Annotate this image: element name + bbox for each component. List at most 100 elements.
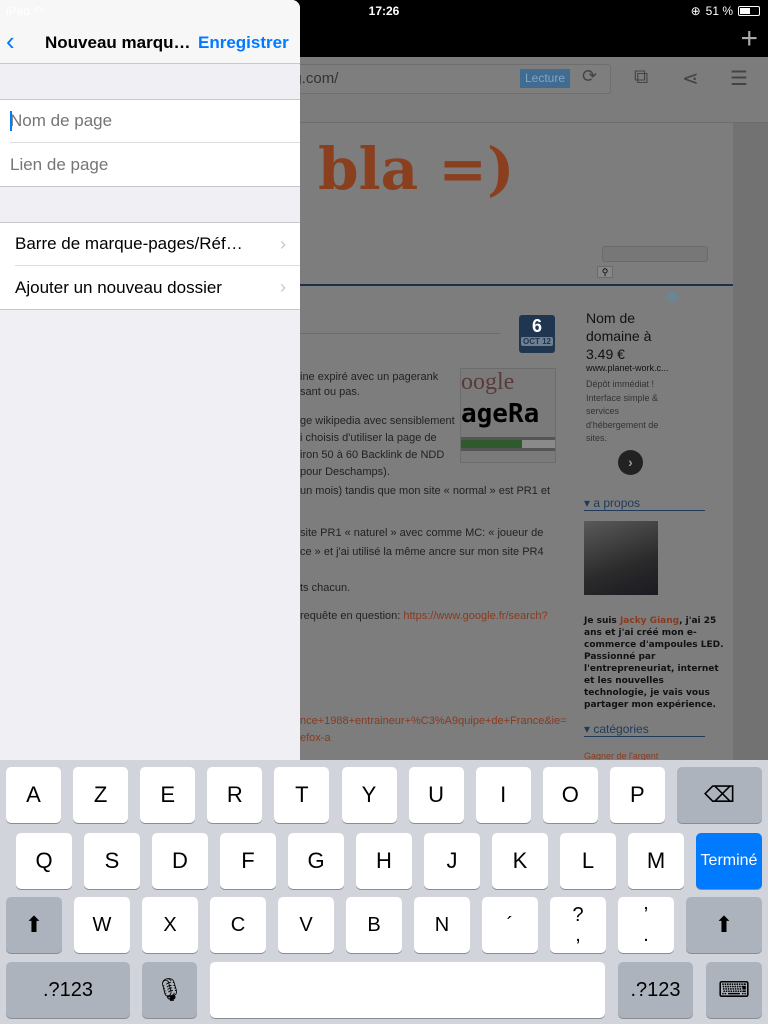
key-h[interactable]: H	[356, 833, 412, 889]
key-punct-0[interactable]: W	[74, 897, 130, 953]
article-line: ine expiré avec un pagerank	[300, 371, 439, 383]
key-m[interactable]: M	[628, 833, 684, 889]
article-line: ge wikipedia avec sensiblement	[300, 415, 455, 427]
reload-icon[interactable]: ⟳	[582, 66, 597, 87]
key-punct-7[interactable]: ? ,	[550, 897, 606, 953]
key-s[interactable]: S	[84, 833, 140, 889]
chevron-right-icon: ›	[280, 277, 286, 297]
key-punct-3[interactable]: V	[278, 897, 334, 953]
key-t[interactable]: T	[274, 767, 330, 823]
key-l[interactable]: L	[560, 833, 616, 889]
query-link-cont[interactable]: nce+1988+entraineur+%C3%A9quipe+de+Franc…	[300, 715, 567, 727]
new-bookmark-panel: iPad ◠ ‹ Nouveau marqu… Enregistrer Barr…	[0, 0, 300, 760]
hide-keyboard-key[interactable]: ⌨	[706, 962, 762, 1018]
bookmark-fields	[0, 99, 300, 187]
keyboard: A Z E R T Y U I O P ⌫ Q S D F G H J K L M Terminé ⬆ W X C V B N ´? ,’…	[0, 760, 768, 1024]
query-link[interactable]: https://www.google.fr/search?	[403, 610, 547, 622]
wifi-icon: ◠	[33, 4, 44, 18]
categories-heading: ▾ catégories	[584, 722, 705, 737]
location-row[interactable]: Barre de marque-pages/Réf… ›	[15, 223, 300, 266]
key-j[interactable]: J	[424, 833, 480, 889]
article-line: pour Deschamps).	[300, 466, 390, 478]
key-q[interactable]: Q	[16, 833, 72, 889]
nav-divider	[290, 284, 733, 286]
ad-domain[interactable]: www.planet-work.c...	[586, 363, 669, 373]
numbers-key-right[interactable]: .?123	[618, 962, 693, 1018]
key-p[interactable]: P	[609, 767, 665, 823]
key-r[interactable]: R	[207, 767, 263, 823]
new-folder-row[interactable]: Ajouter un nouveau dossier ›	[15, 266, 300, 309]
query-link-cont2[interactable]: efox-a	[300, 732, 331, 744]
site-search-input[interactable]	[602, 246, 708, 262]
numbers-key-left[interactable]: .?123	[6, 962, 130, 1018]
page-margin	[733, 123, 768, 763]
article-line: ce » et j'ai utilisé la même ancre sur m…	[300, 546, 544, 558]
key-a[interactable]: A	[6, 767, 61, 823]
key-o[interactable]: O	[542, 767, 598, 823]
author-photo	[584, 521, 658, 595]
key-u[interactable]: U	[408, 767, 464, 823]
chevron-right-icon: ›	[280, 233, 286, 254]
page-name-input[interactable]	[10, 111, 290, 131]
shift-key-right[interactable]: ⬆	[686, 897, 762, 953]
key-z[interactable]: Z	[73, 767, 129, 823]
battery-percent: 51 %	[705, 4, 733, 18]
bookmark-options: Barre de marque-pages/Réf… › Ajouter un n…	[0, 222, 300, 310]
key-punct-5[interactable]: N	[414, 897, 470, 953]
date-day: 6	[531, 316, 542, 336]
article-line: ts chacun.	[300, 582, 351, 594]
done-key[interactable]: Terminé	[696, 833, 762, 889]
reader-button[interactable]: Lecture	[520, 69, 570, 88]
save-button[interactable]: Enregistrer	[198, 33, 289, 53]
dictation-key[interactable]: 🎙︎	[142, 962, 197, 1018]
article-line: i choisis d'utiliser la page de	[300, 432, 437, 444]
key-punct-4[interactable]: B	[346, 897, 402, 953]
puzzle-icon[interactable]: ⧉	[634, 66, 648, 89]
bio-prefix: Je suis	[584, 616, 620, 626]
key-punct-2[interactable]: C	[210, 897, 266, 953]
shift-icon: ⬆	[24, 912, 44, 937]
shift-icon: ⬆	[714, 912, 734, 937]
share-icon[interactable]: ⋖	[682, 66, 699, 91]
article-line: site PR1 « naturel » avec comme MC: « jo…	[300, 527, 544, 539]
pagerank-image: oogle ageRa	[460, 368, 556, 463]
delete-key[interactable]: ⌫	[677, 767, 762, 823]
article-line: sant ou pas.	[300, 386, 360, 398]
ad-title[interactable]: Nom de domaine à 3.49 €	[586, 309, 676, 363]
key-punct-1[interactable]: X	[142, 897, 198, 953]
query-prefix: requête en question:	[300, 610, 404, 622]
page-link-input[interactable]	[10, 154, 290, 175]
categories-heading-text: catégories	[593, 722, 649, 736]
key-punct-6[interactable]: ´	[482, 897, 538, 953]
key-i[interactable]: I	[475, 767, 531, 823]
text-caret	[10, 111, 12, 131]
author-bio: Je suis Jacky Giang, j'ai 25 ans et j'ai…	[584, 615, 724, 711]
panel-title: Nouveau marqu…	[45, 33, 191, 52]
search-icon[interactable]: ⚲	[597, 266, 613, 278]
key-y[interactable]: Y	[341, 767, 397, 823]
about-heading-text: a propos	[593, 496, 641, 510]
site-logo[interactable]: bla =)	[318, 135, 514, 203]
key-d[interactable]: D	[152, 833, 208, 889]
key-k[interactable]: K	[492, 833, 548, 889]
key-f[interactable]: F	[220, 833, 276, 889]
carrier-label: iPad ◠	[6, 4, 44, 18]
adchoices-icon[interactable]	[667, 292, 677, 302]
microphone-icon: 🎙︎	[155, 977, 184, 1002]
space-key[interactable]	[210, 962, 605, 1018]
status-right: ⊕ 51 %	[691, 4, 760, 18]
back-chevron-icon[interactable]: ‹	[6, 26, 15, 56]
title-divider	[300, 333, 500, 334]
date-badge: 6 OCT 12	[519, 315, 555, 353]
ad-arrow-icon[interactable]: ›	[618, 450, 643, 475]
key-punct-8[interactable]: ’ .	[618, 897, 674, 953]
bio-name-link[interactable]: Jacky Giang	[620, 616, 679, 626]
pagerank-bar	[461, 437, 555, 451]
shift-key-left[interactable]: ⬆	[6, 897, 62, 953]
list-icon[interactable]: ☰	[730, 66, 748, 91]
plus-icon[interactable]: +	[740, 24, 758, 54]
key-e[interactable]: E	[140, 767, 196, 823]
key-g[interactable]: G	[288, 833, 344, 889]
panel-navbar	[0, 0, 300, 64]
carrier-text: iPad	[6, 4, 31, 18]
